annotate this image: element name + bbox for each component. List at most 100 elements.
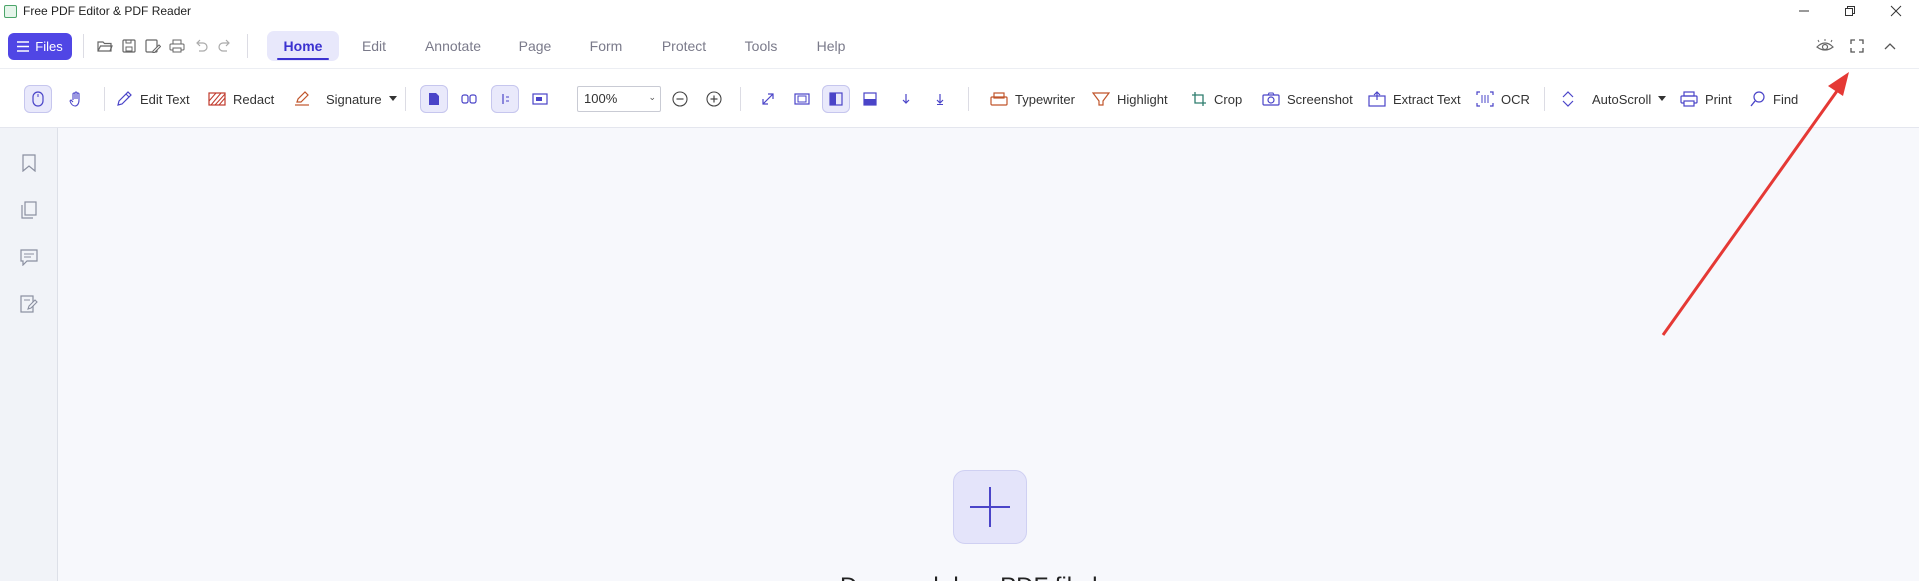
autoscroll-dropdown[interactable]: AutoScroll — [1561, 85, 1667, 113]
tab-home[interactable]: Home — [267, 31, 339, 61]
divider — [968, 87, 969, 111]
tab-annotate[interactable]: Annotate — [418, 31, 488, 61]
autoscroll-label: AutoScroll — [1592, 91, 1652, 107]
open-file-button[interactable] — [953, 470, 1027, 544]
chevron-down-icon: ⌄ — [648, 92, 656, 102]
ocr-button[interactable]: OCR — [1476, 85, 1530, 113]
crop-button[interactable]: Crop — [1191, 85, 1242, 113]
fit-page-button[interactable] — [788, 85, 816, 113]
tab-tools[interactable]: Tools — [737, 31, 785, 61]
book-icon — [455, 85, 483, 113]
signatures-panel-icon[interactable] — [18, 293, 40, 315]
comments-icon[interactable] — [18, 246, 40, 268]
tab-help[interactable]: Help — [808, 31, 854, 61]
edit-text-button[interactable]: Edit Text — [115, 85, 190, 113]
app-window: Free PDF Editor & PDF Reader Files Home … — [0, 0, 1919, 581]
crop-label: Crop — [1214, 91, 1243, 107]
presentation-view-button[interactable] — [526, 85, 554, 113]
expand-diagonal-icon — [754, 85, 782, 113]
screenshot-button[interactable]: Screenshot — [1262, 85, 1353, 113]
printer-icon — [1680, 91, 1698, 107]
divider — [405, 87, 406, 111]
zoom-in-button[interactable] — [700, 85, 728, 113]
home-toolbar: Edit Text Redact Signature 100% ⌄ Typewr… — [0, 68, 1919, 128]
edit-text-label: Edit Text — [140, 91, 190, 107]
screenshot-label: Screenshot — [1287, 91, 1353, 107]
divider — [104, 87, 105, 111]
single-page-view-button[interactable] — [420, 85, 448, 113]
select-tool-button[interactable] — [24, 85, 52, 113]
tab-edit[interactable]: Edit — [351, 31, 397, 61]
typewriter-icon — [990, 92, 1008, 106]
find-label: Find — [1773, 91, 1799, 107]
zoom-select[interactable]: 100% ⌄ — [577, 86, 661, 112]
left-sidebar — [0, 128, 58, 581]
print-quick-icon[interactable] — [167, 36, 187, 56]
fit-height-icon — [856, 85, 884, 113]
menu-bar: Files Home Edit Annotate Page Form Prote… — [0, 24, 1919, 68]
caret-down-icon — [388, 96, 397, 101]
save-as-icon[interactable] — [143, 36, 163, 56]
fit-page-icon — [788, 85, 816, 113]
two-page-view-button[interactable] — [455, 85, 483, 113]
fit-height-button[interactable] — [856, 85, 884, 113]
tab-form[interactable]: Form — [582, 31, 630, 61]
files-button[interactable]: Files — [8, 33, 72, 60]
redact-icon — [208, 92, 226, 106]
tab-page[interactable]: Page — [512, 31, 558, 61]
print-label: Print — [1705, 91, 1732, 107]
highlight-button[interactable]: Highlight — [1092, 85, 1168, 113]
continuous-scroll-button[interactable] — [491, 85, 519, 113]
mouse-cursor-icon — [24, 85, 52, 113]
signature-dropdown[interactable]: Signature — [293, 85, 397, 113]
open-folder-icon[interactable] — [95, 36, 115, 56]
redo-icon[interactable] — [215, 36, 235, 56]
signature-icon — [295, 91, 309, 106]
redact-button[interactable]: Redact — [208, 85, 274, 113]
presentation-icon — [526, 85, 554, 113]
divider — [247, 34, 248, 58]
arrow-down-icon — [892, 85, 920, 113]
close-button[interactable] — [1873, 0, 1919, 22]
save-icon[interactable] — [119, 36, 139, 56]
reading-mode-icon[interactable] — [1815, 36, 1835, 56]
next-page-button[interactable] — [892, 85, 920, 113]
typewriter-button[interactable]: Typewriter — [990, 85, 1075, 113]
signature-label: Signature — [326, 91, 382, 107]
highlighter-icon — [1092, 92, 1110, 106]
autoscroll-icon — [1562, 91, 1574, 107]
plus-icon — [970, 487, 1010, 527]
ocr-label: OCR — [1501, 91, 1530, 107]
hand-tool-button[interactable] — [62, 85, 90, 113]
menu-icon — [17, 41, 30, 52]
typewriter-label: Typewriter — [1015, 91, 1075, 107]
fullscreen-icon[interactable] — [1847, 36, 1867, 56]
single-page-icon — [420, 85, 448, 113]
extract-text-icon — [1368, 91, 1386, 107]
find-button[interactable]: Find — [1750, 85, 1798, 113]
zoom-value: 100% — [584, 91, 618, 106]
tab-protect[interactable]: Protect — [654, 31, 714, 61]
ocr-icon — [1476, 91, 1494, 107]
thumbnails-icon[interactable] — [18, 199, 40, 221]
divider — [1544, 87, 1545, 111]
zoom-out-button[interactable] — [666, 85, 694, 113]
title-bar: Free PDF Editor & PDF Reader — [0, 0, 1919, 24]
scroll-icon — [491, 85, 519, 113]
arrow-down-end-icon — [926, 85, 954, 113]
restore-button[interactable] — [1827, 0, 1873, 22]
print-button[interactable]: Print — [1680, 85, 1732, 113]
fit-width-icon — [822, 85, 850, 113]
collapse-ribbon-icon[interactable] — [1880, 36, 1900, 56]
last-page-button[interactable] — [926, 85, 954, 113]
highlight-label: Highlight — [1117, 91, 1168, 107]
bookmark-icon[interactable] — [18, 152, 40, 174]
undo-icon[interactable] — [191, 36, 211, 56]
pencil-icon — [117, 91, 132, 106]
fit-width-button[interactable] — [822, 85, 850, 113]
extract-text-button[interactable]: Extract Text — [1368, 85, 1461, 113]
minimize-button[interactable] — [1781, 0, 1827, 22]
document-area[interactable]: Drag and drop PDF file here — [58, 128, 1919, 581]
actual-size-button[interactable] — [754, 85, 782, 113]
camera-icon — [1262, 92, 1280, 106]
